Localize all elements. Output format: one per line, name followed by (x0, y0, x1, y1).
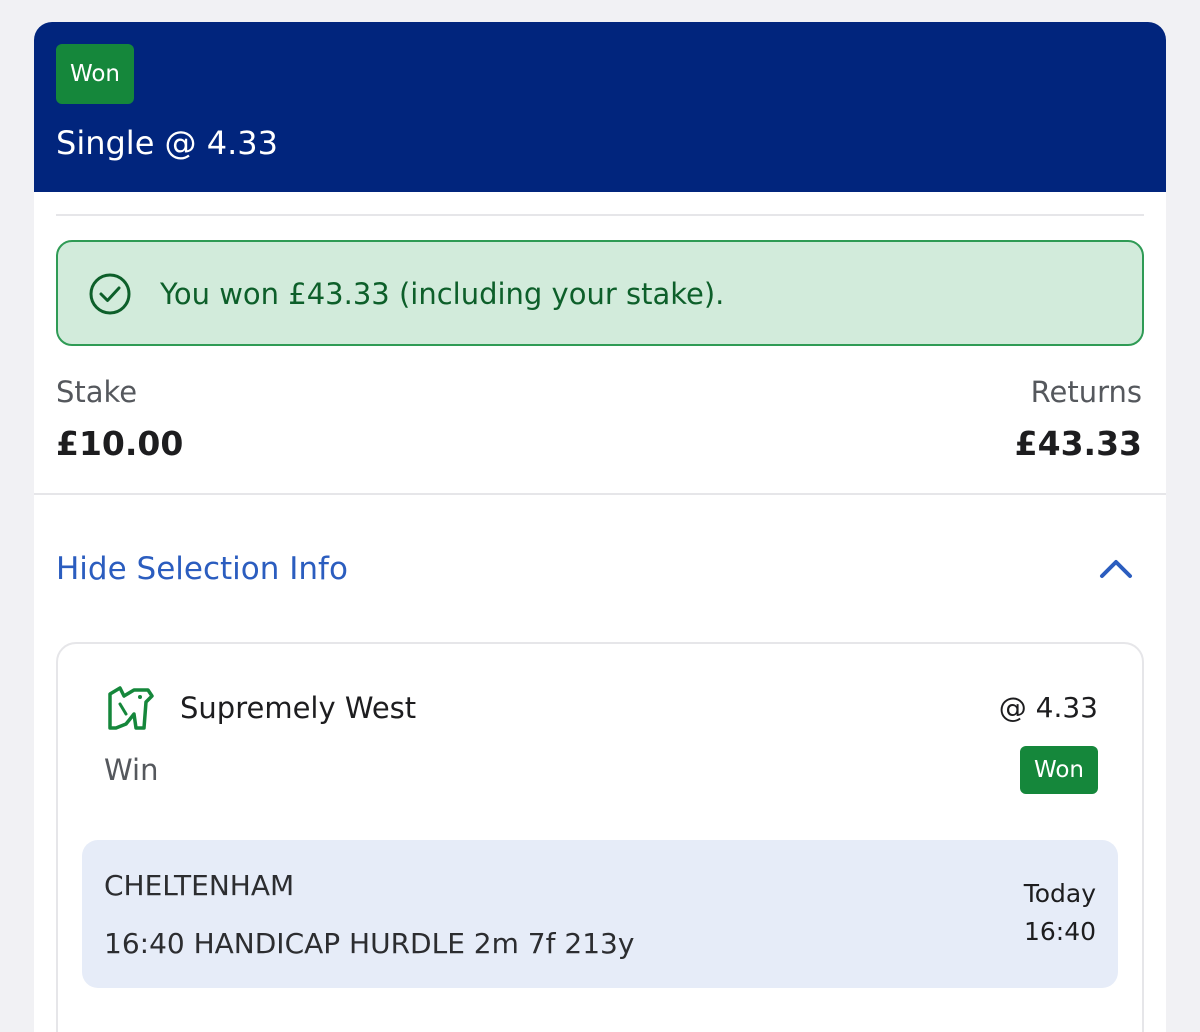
stake-value: £10.00 (56, 424, 184, 463)
divider (34, 493, 1166, 495)
returns-label: Returns (1030, 375, 1142, 409)
event-venue: CHELTENHAM (104, 869, 295, 902)
horse-racing-icon (108, 686, 154, 730)
bet-title: Single @ 4.33 (56, 124, 278, 162)
win-message: You won £43.33 (including your stake). (160, 277, 725, 311)
selection-status-badge: Won (1020, 746, 1098, 794)
divider (56, 214, 1144, 216)
stake-label: Stake (56, 375, 138, 409)
bet-card: Won Single @ 4.33 You won £43.33 (includ… (34, 22, 1166, 1032)
event-time: 16:40 (1023, 917, 1096, 946)
check-circle-icon (89, 273, 131, 315)
selection-odds: @ 4.33 (998, 691, 1098, 724)
hide-selection-info-link[interactable]: Hide Selection Info (56, 548, 348, 590)
status-badge: Won (56, 44, 134, 104)
event-race-name: 16:40 HANDICAP HURDLE 2m 7f 213y (104, 927, 635, 960)
selection-card: Supremely West @ 4.33 Win Won CHELTENHAM… (56, 642, 1144, 1032)
market-label: Win (104, 753, 159, 787)
bet-header: Won Single @ 4.33 (34, 22, 1166, 192)
chevron-up-icon[interactable] (1098, 554, 1134, 582)
returns-value: £43.33 (1014, 424, 1142, 463)
event-info: CHELTENHAM 16:40 HANDICAP HURDLE 2m 7f 2… (82, 840, 1118, 988)
selection-name: Supremely West (180, 691, 417, 725)
win-banner: You won £43.33 (including your stake). (56, 240, 1144, 346)
event-day: Today (1023, 879, 1096, 908)
